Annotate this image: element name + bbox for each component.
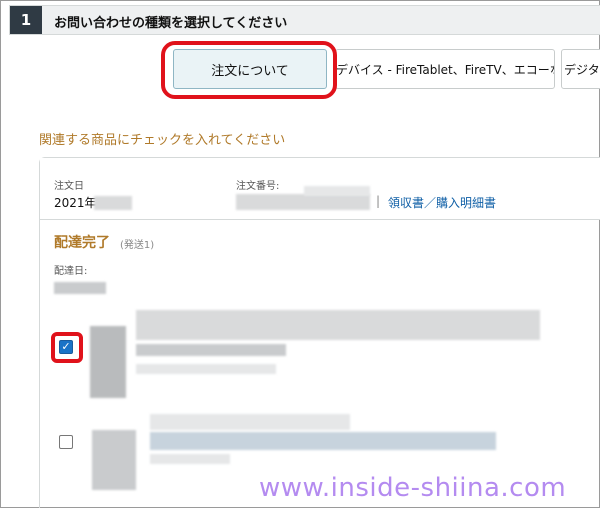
order-card-header: 注文日 2021年 注文番号: | 領収書／購入明細書 xyxy=(40,158,600,220)
redacted-order-number xyxy=(236,194,370,210)
item-checkbox-2[interactable] xyxy=(59,435,73,449)
product-image-2 xyxy=(92,430,136,490)
order-date-value: 2021年 xyxy=(54,196,97,210)
redacted-order-number-extra xyxy=(304,186,370,196)
step-title: お問い合わせの種類を選択してください xyxy=(54,16,288,31)
tab-device[interactable]: デバイス - FireTablet、FireTV、エコーなど xyxy=(335,49,555,89)
order-date-label: 注文日 xyxy=(54,181,84,192)
product-title-2a xyxy=(150,414,350,430)
order-card: 注文日 2021年 注文番号: | 領収書／購入明細書 配達完了 (発送1) 配… xyxy=(39,157,600,508)
watermark: www.inside-shiina.com xyxy=(259,473,567,503)
step-number: 1 xyxy=(10,6,42,34)
instruction-text: 関連する商品にチェックを入れてください xyxy=(39,133,286,148)
page-frame: 1 お問い合わせの種類を選択してください 注文について デバイス - FireT… xyxy=(0,0,600,508)
product-detail-1b xyxy=(136,364,276,374)
product-title-2[interactable] xyxy=(150,432,496,450)
step-header: 1 お問い合わせの種類を選択してください xyxy=(9,5,600,35)
highlight-box-tab xyxy=(161,41,337,99)
tab-digital[interactable]: デジタル xyxy=(561,49,600,89)
receipt-link[interactable]: 領収書／購入明細書 xyxy=(388,194,496,211)
redacted-delivery-date xyxy=(54,282,106,294)
delivery-date-label: 配達日: xyxy=(54,266,88,277)
delivery-status: 配達完了 xyxy=(54,235,110,251)
product-image-1 xyxy=(90,326,126,398)
separator: | xyxy=(376,194,381,208)
product-title-1[interactable] xyxy=(136,310,540,340)
product-detail-1 xyxy=(136,344,286,356)
product-detail-2 xyxy=(150,454,230,464)
order-number-label: 注文番号: xyxy=(236,181,280,192)
delivery-status-sub: (発送1) xyxy=(120,240,155,251)
highlight-box-checkbox xyxy=(51,332,83,363)
redacted-date xyxy=(94,196,132,210)
